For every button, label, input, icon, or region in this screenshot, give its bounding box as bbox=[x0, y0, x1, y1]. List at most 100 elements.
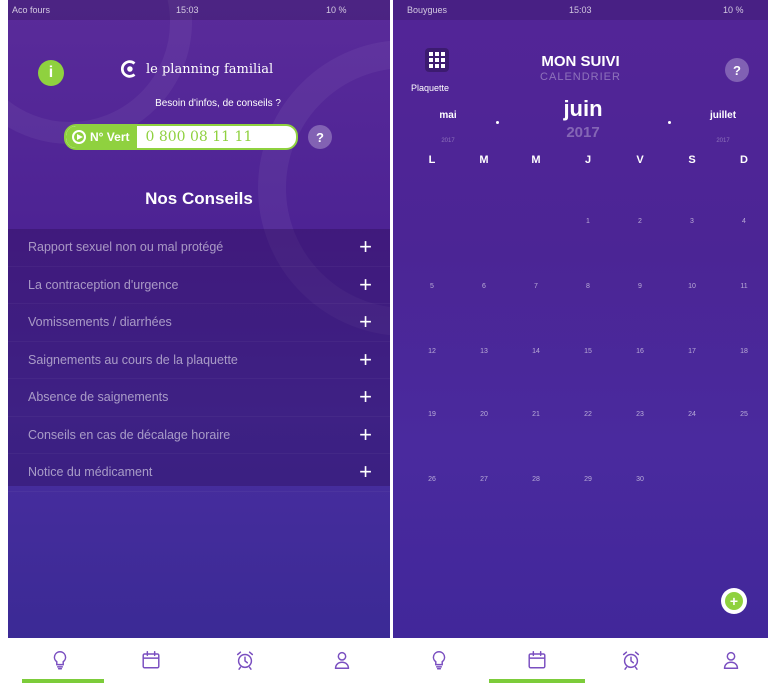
calendar-day[interactable]: 22 bbox=[578, 411, 598, 418]
add-button[interactable]: + bbox=[721, 588, 747, 614]
calendar-day[interactable]: 6 bbox=[474, 283, 494, 290]
info-icon: i bbox=[48, 64, 54, 81]
add-icon: + bbox=[725, 592, 743, 610]
weekday-label: J bbox=[584, 154, 592, 166]
calendar-day[interactable]: 24 bbox=[682, 411, 702, 418]
advice-item[interactable]: Notice du médicament + bbox=[8, 454, 390, 492]
lightbulb-icon bbox=[432, 651, 446, 670]
tab-profile[interactable] bbox=[707, 644, 755, 676]
advice-item[interactable]: Conseils en cas de décalage horaire + bbox=[8, 417, 390, 454]
expand-plus-icon[interactable]: + bbox=[359, 272, 372, 298]
calendar-day[interactable]: 20 bbox=[474, 411, 494, 418]
weekday-label: S bbox=[688, 154, 696, 166]
question-icon: ? bbox=[733, 62, 741, 78]
advice-screen: Aco fours 15:03 10 % i le planning famil… bbox=[8, 0, 390, 683]
play-icon bbox=[72, 130, 86, 144]
calendar-day[interactable]: 21 bbox=[526, 411, 546, 418]
next-month-button[interactable]: juillet bbox=[693, 110, 753, 121]
carrier-label: Bouygues bbox=[407, 5, 448, 15]
tab-bar bbox=[8, 638, 390, 683]
calendar-day[interactable]: 14 bbox=[526, 348, 546, 355]
advice-item-label: Rapport sexuel non ou mal protégé bbox=[28, 240, 224, 255]
current-month-year: 2017 bbox=[566, 124, 600, 141]
carrier-label: Aco fours bbox=[12, 5, 51, 15]
current-month: juin bbox=[563, 96, 603, 121]
clock-label: 15:03 bbox=[176, 5, 199, 15]
calendar-day[interactable]: 5 bbox=[422, 283, 442, 290]
advice-item[interactable]: Absence de saignements + bbox=[8, 379, 390, 417]
battery-label: 10 % bbox=[326, 5, 347, 15]
month-separator-dot bbox=[496, 121, 499, 124]
plaquette-label: Plaquette bbox=[411, 83, 450, 93]
active-tab-indicator bbox=[22, 679, 104, 683]
brand-name: le planning familial bbox=[146, 61, 274, 77]
month-separator-dot bbox=[668, 121, 671, 124]
help-text: Besoin d'infos, de conseils ? bbox=[155, 98, 281, 109]
info-button[interactable]: i bbox=[38, 60, 64, 86]
tab-conseils[interactable] bbox=[36, 644, 84, 676]
calendar-day[interactable]: 29 bbox=[578, 476, 598, 483]
advice-item-label: Vomissements / diarrhées bbox=[28, 315, 172, 330]
calendar-day[interactable]: 10 bbox=[682, 283, 702, 290]
expand-plus-icon[interactable]: + bbox=[359, 309, 372, 335]
prev-month-year: 2017 bbox=[441, 138, 455, 144]
calendar-day[interactable]: 15 bbox=[578, 348, 598, 355]
calendar-day[interactable]: 25 bbox=[734, 411, 754, 418]
phone-number-button[interactable]: N° Vert 0 800 08 11 11 bbox=[64, 124, 298, 150]
calendar-day[interactable]: 8 bbox=[578, 283, 598, 290]
calendar-day[interactable]: 28 bbox=[526, 476, 546, 483]
battery-label: 10 % bbox=[723, 5, 744, 15]
planning-familial-logo-icon bbox=[121, 60, 136, 78]
expand-plus-icon[interactable]: + bbox=[359, 347, 372, 373]
calendar-day[interactable]: 12 bbox=[422, 348, 442, 355]
calendar-day[interactable]: 11 bbox=[734, 283, 754, 290]
brand-logo: le planning familial bbox=[118, 58, 318, 80]
calendar-day[interactable]: 17 bbox=[682, 348, 702, 355]
calendar-day[interactable]: 26 bbox=[422, 476, 442, 483]
calendar-day[interactable]: 30 bbox=[630, 476, 650, 483]
calendar-day[interactable]: 18 bbox=[734, 348, 754, 355]
expand-plus-icon[interactable]: + bbox=[359, 384, 372, 410]
tab-profile[interactable] bbox=[318, 644, 366, 676]
expand-plus-icon[interactable]: + bbox=[359, 422, 372, 448]
expand-plus-icon[interactable]: + bbox=[359, 234, 372, 260]
page-title: MON SUIVI bbox=[541, 53, 620, 70]
weekday-label: M bbox=[479, 154, 489, 166]
tab-calendar[interactable] bbox=[127, 644, 175, 676]
tab-alarm[interactable] bbox=[221, 644, 269, 676]
expand-plus-icon[interactable]: + bbox=[359, 459, 372, 485]
question-icon: ? bbox=[316, 129, 324, 145]
advice-item[interactable]: Vomissements / diarrhées + bbox=[8, 304, 390, 342]
calendar-day[interactable]: 2 bbox=[630, 218, 650, 225]
calendar-day[interactable]: 3 bbox=[682, 218, 702, 225]
status-bar: Aco fours 15:03 10 % bbox=[8, 0, 390, 20]
calendar-day[interactable]: 7 bbox=[526, 283, 546, 290]
advice-item[interactable]: La contraception d'urgence + bbox=[8, 267, 390, 304]
tab-calendar[interactable] bbox=[513, 644, 561, 676]
user-icon bbox=[334, 651, 350, 669]
calendar-day[interactable]: 1 bbox=[578, 218, 598, 225]
calendar-day[interactable]: 9 bbox=[630, 283, 650, 290]
status-bar: Bouygues 15:03 10 % bbox=[393, 0, 768, 20]
calendar-day[interactable]: 23 bbox=[630, 411, 650, 418]
weekday-label: L bbox=[428, 154, 436, 166]
alarm-clock-icon bbox=[236, 651, 254, 670]
calendar-icon bbox=[528, 651, 546, 669]
advice-item-label: Saignements au cours de la plaquette bbox=[28, 352, 238, 367]
calendar-icon bbox=[142, 651, 160, 669]
calendar-day[interactable]: 19 bbox=[422, 411, 442, 418]
weekday-label: V bbox=[636, 154, 644, 166]
calendar-day[interactable]: 13 bbox=[474, 348, 494, 355]
calendar-day[interactable]: 4 bbox=[734, 218, 754, 225]
calendar-day[interactable]: 16 bbox=[630, 348, 650, 355]
prev-month-button[interactable]: mai bbox=[423, 110, 473, 121]
help-button[interactable]: ? bbox=[725, 58, 749, 82]
weekday-label: D bbox=[740, 154, 748, 166]
calendar-day[interactable]: 27 bbox=[474, 476, 494, 483]
help-button[interactable]: ? bbox=[308, 125, 332, 149]
advice-item[interactable]: Saignements au cours de la plaquette + bbox=[8, 342, 390, 379]
tab-conseils[interactable] bbox=[415, 644, 463, 676]
advice-item[interactable]: Rapport sexuel non ou mal protégé + bbox=[8, 229, 390, 267]
tab-alarm[interactable] bbox=[607, 644, 655, 676]
advice-list: Rapport sexuel non ou mal protégé + La c… bbox=[8, 229, 390, 492]
